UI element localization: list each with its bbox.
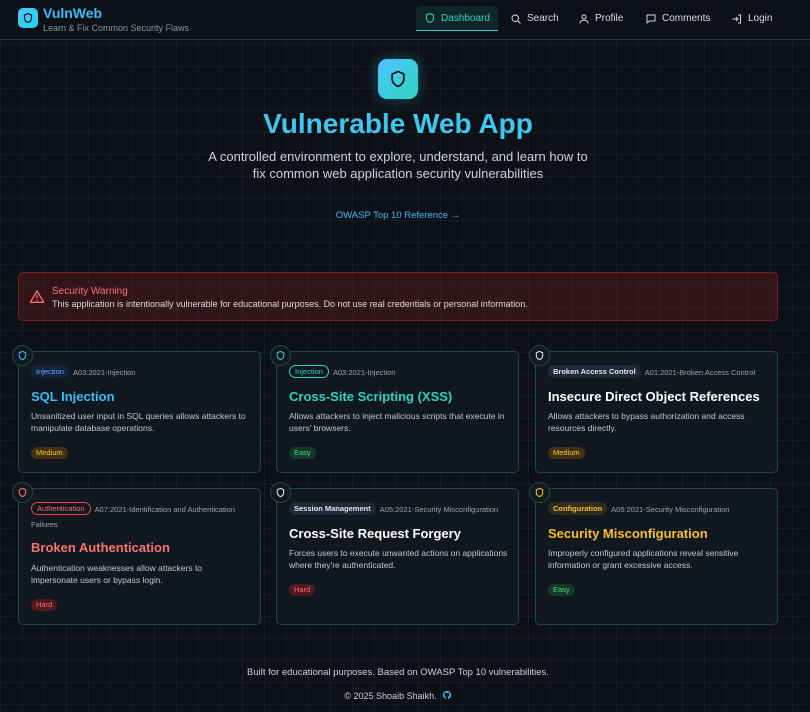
- owasp-reference-link[interactable]: OWASP Top 10 Reference →: [0, 210, 796, 221]
- difficulty-badge: Medium: [548, 447, 585, 459]
- card-description: Allows attackers to inject malicious scr…: [289, 411, 505, 433]
- card-title[interactable]: Broken Authentication: [31, 540, 170, 555]
- login-icon: [732, 14, 741, 23]
- card-badge: [12, 345, 33, 366]
- search-icon: [511, 14, 521, 24]
- shield-icon: [426, 12, 434, 24]
- card-tags: Authentication A07:2021-Identification an…: [31, 502, 252, 532]
- page-subtitle: A controlled environment to explore, und…: [208, 149, 588, 181]
- card-tags: Configuration A05:2021-Security Misconfig…: [548, 502, 769, 517]
- card-badge: [529, 482, 550, 503]
- shield-icon: [391, 70, 405, 88]
- shield-icon: [535, 350, 544, 361]
- shield-icon: [18, 487, 27, 498]
- difficulty-badge: Hard: [289, 584, 316, 596]
- card-description: Unsanitized user input in SQL queries al…: [31, 411, 246, 433]
- nav-login-label: Login: [748, 13, 773, 24]
- card-tags: Session Management A05:2021-Security Misc…: [289, 502, 510, 517]
- vuln-card-idor[interactable]: Broken Access Control A01:2021-Broken Acc…: [529, 345, 778, 473]
- nav-dashboard[interactable]: Dashboard: [416, 6, 498, 31]
- footer-text: Built for educational purposes. Based on…: [247, 667, 549, 678]
- category-tag: Broken Access Control: [548, 365, 641, 378]
- warning-title: Security Warning: [52, 286, 128, 297]
- shield-icon: [23, 12, 33, 24]
- vuln-card-security-misconfiguration[interactable]: Configuration A05:2021-Security Misconfig…: [529, 482, 778, 625]
- card-badge: [270, 482, 291, 503]
- shield-icon: [276, 350, 285, 361]
- category-tag: Session Management: [289, 502, 376, 515]
- card-title[interactable]: Security Misconfiguration: [548, 526, 708, 541]
- card-description: Allows attackers to bypass authorization…: [548, 411, 745, 433]
- card-description: Authentication weaknesses allow attacker…: [31, 563, 203, 585]
- top-navigation-bar: VulnWeb Learn & Fix Common Security Flaw…: [0, 0, 810, 40]
- card-title[interactable]: Cross-Site Request Forgery: [289, 526, 461, 541]
- difficulty-badge: Easy: [548, 584, 575, 596]
- card-title[interactable]: SQL Injection: [31, 389, 115, 404]
- nav-comments[interactable]: Comments: [637, 6, 718, 31]
- owasp-ref: A03:2021-Injection: [332, 368, 396, 377]
- shield-icon: [535, 487, 544, 498]
- difficulty-badge: Hard: [31, 599, 58, 611]
- category-tag: Injection: [31, 365, 69, 378]
- difficulty-badge: Easy: [289, 447, 316, 459]
- page-title: Vulnerable Web App: [263, 108, 533, 139]
- github-icon[interactable]: [442, 690, 452, 700]
- security-warning-banner: Security Warning This application is int…: [18, 272, 778, 321]
- nav-comments-label: Comments: [662, 13, 711, 24]
- nav-search[interactable]: Search: [502, 6, 567, 31]
- difficulty-badge: Medium: [31, 447, 68, 459]
- vuln-card-xss[interactable]: Injection A03:2021-Injection Cross-Site S…: [270, 345, 519, 473]
- owasp-ref: A03:2021-Injection: [72, 368, 136, 377]
- card-title[interactable]: Cross-Site Scripting (XSS): [289, 389, 452, 404]
- comment-icon: [646, 14, 656, 23]
- hero-logo: [378, 59, 418, 99]
- card-title[interactable]: Insecure Direct Object References: [548, 389, 760, 404]
- nav-search-label: Search: [527, 13, 559, 24]
- app-tagline: Learn & Fix Common Security Flaws: [43, 23, 190, 33]
- card-badge: [529, 345, 550, 366]
- card-tags: Injection A03:2021-Injection: [31, 365, 252, 380]
- app-logo[interactable]: [18, 8, 38, 28]
- copyright-text: © 2025 Shoaib Shaikh.: [344, 691, 437, 701]
- card-badge: [270, 345, 291, 366]
- app-name[interactable]: VulnWeb: [43, 5, 102, 21]
- warning-text: This application is intentionally vulner…: [52, 299, 528, 309]
- footer-copyright: © 2025 Shoaib Shaikh.: [0, 690, 796, 701]
- owasp-ref: A05:2021-Security Misconfiguration: [611, 505, 730, 514]
- card-badge: [12, 482, 33, 503]
- user-icon: [579, 14, 589, 24]
- card-tags: Broken Access Control A01:2021-Broken Acc…: [548, 365, 769, 380]
- vuln-card-broken-authentication[interactable]: Authentication A07:2021-Identification an…: [12, 482, 261, 625]
- alert-triangle-icon: [29, 290, 45, 303]
- card-description: Forces users to execute unwanted actions…: [289, 548, 508, 570]
- nav-profile-label: Profile: [595, 13, 624, 24]
- nav-dashboard-label: Dashboard: [441, 12, 490, 24]
- vuln-card-sql-injection[interactable]: Injection A03:2021-Injection SQL Injectio…: [12, 345, 261, 473]
- shield-icon: [18, 350, 27, 361]
- category-tag: Configuration: [548, 502, 608, 515]
- owasp-ref: A05:2021-Security Misconfiguration: [379, 505, 499, 514]
- nav-profile[interactable]: Profile: [570, 6, 631, 31]
- card-description: Improperly configured applications revea…: [548, 548, 739, 570]
- category-tag: Authentication: [31, 502, 91, 515]
- shield-icon: [276, 487, 285, 498]
- category-tag: Injection: [289, 365, 329, 378]
- nav-login[interactable]: Login: [723, 6, 780, 31]
- card-tags: Injection A03:2021-Injection: [289, 365, 510, 380]
- vuln-card-csrf[interactable]: Session Management A05:2021-Security Misc…: [270, 482, 519, 625]
- owasp-ref: A01:2021-Broken Access Control: [644, 368, 756, 377]
